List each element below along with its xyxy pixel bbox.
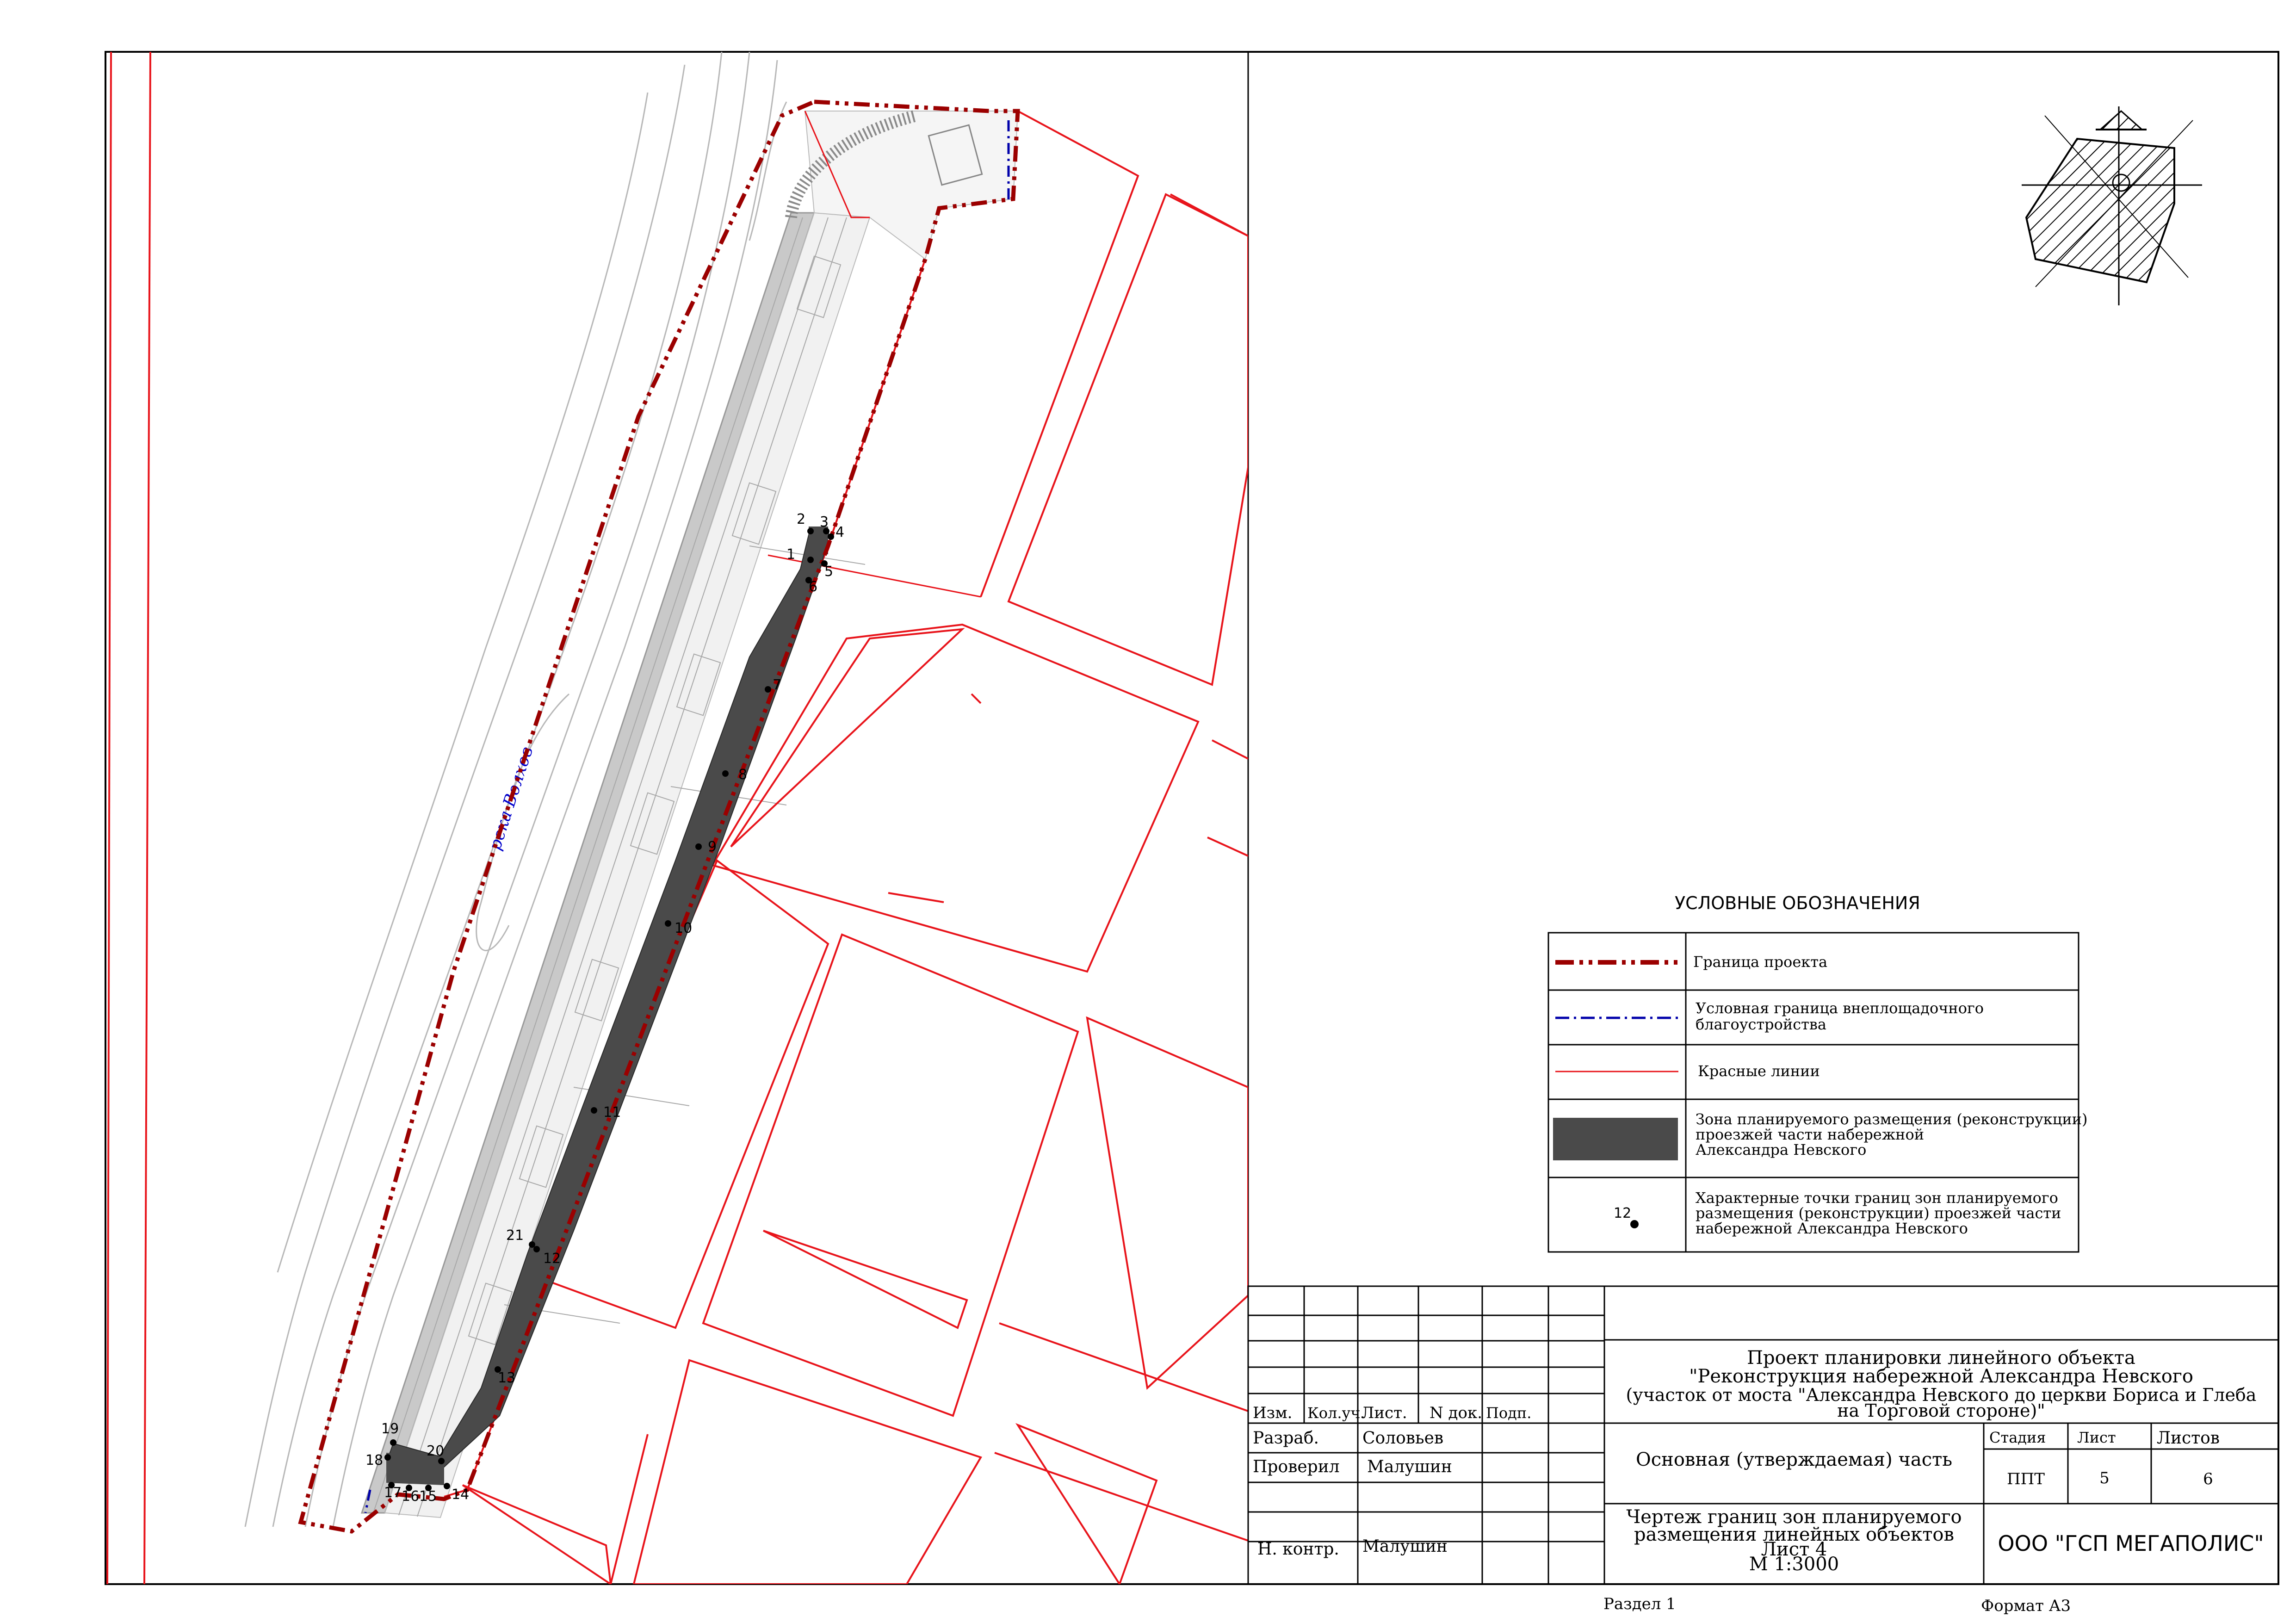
point-marker-19 [390,1439,396,1446]
point-marker-7 [765,686,771,693]
red-line [143,52,151,1584]
title-block-text: Изм. Кол.уч. Лист. N док. Подп. Разраб. … [1253,1347,2264,1575]
legend-label-red-lines: Красные линии [1698,1062,1820,1080]
dark-fill-rect-icon [1553,1118,1678,1160]
point-marker-11 [591,1107,597,1114]
point-label-3: 3 [820,514,829,530]
point-label-9: 9 [708,839,717,855]
point-marker-1 [807,557,814,563]
norm-control-label: Н. контр. [1257,1540,1339,1559]
project-title-line2: "Реконструкция набережной Александра Нев… [1689,1366,2193,1387]
point-label-13: 13 [498,1370,515,1386]
checked-name: Малушин [1367,1457,1452,1476]
point-label-16: 16 [402,1488,419,1505]
part-label: Основная (утверждаемая) часть [1636,1449,1952,1470]
company-name: ООО "ГСП МЕГАПОЛИС" [1998,1531,2264,1556]
stage-value: ППТ [2007,1470,2045,1488]
point-marker-12 [533,1246,540,1252]
point-label-19: 19 [381,1421,399,1437]
legend-label-offsite-line1: Условная граница внеплощадочного [1696,999,1984,1017]
point-marker-2 [807,528,814,534]
footer-section: Раздел 1 [1603,1595,1676,1613]
point-label-18: 18 [365,1452,383,1468]
header-signature: Подп. [1486,1404,1531,1422]
header-count: Кол.уч. [1307,1404,1365,1422]
drawing-sheet: река Волхов 1 2 3 4 5 6 7 8 9 10 11 12 1… [105,51,2279,1615]
norm-control-name: Малушин [1362,1537,1448,1556]
point-label-17: 17 [384,1485,402,1501]
header-doc-number: N док. [1430,1404,1482,1422]
point-label-20: 20 [427,1443,444,1459]
site-plan-map: река Волхов 1 2 3 4 5 6 7 8 9 10 11 12 1… [106,52,1248,1584]
embankment-inner-band [384,212,871,1518]
point-marker-4 [828,533,834,540]
point-label-7: 7 [773,677,781,693]
developed-name: Соловьев [1362,1429,1443,1448]
project-title-line4: на Торговой стороне)" [1837,1400,2045,1421]
checked-label: Проверил [1253,1457,1340,1476]
developed-label: Разраб. [1253,1429,1319,1448]
legend-sample-point-number: 12 [1614,1205,1631,1221]
header-sheet: Лист. [1361,1404,1407,1422]
point-marker-18 [384,1454,391,1461]
point-label-10: 10 [675,920,692,936]
point-label-11: 11 [603,1104,621,1121]
point-label-21: 21 [506,1227,524,1244]
point-label-2: 2 [797,511,805,527]
stage-header: Стадия [1989,1429,2046,1446]
footer-format: Формат А3 [1981,1597,2071,1615]
point-label-1: 1 [786,546,795,563]
header-change: Изм. [1253,1404,1292,1422]
point-marker-21 [529,1241,535,1248]
point-label-5: 5 [824,564,833,580]
legend-label-points-line3: набережной Александра Невского [1696,1220,1968,1237]
legend: УСЛОВНЫЕ ОБОЗНАЧЕНИЯ Граница проекта Усл… [1547,893,2087,1253]
sheet-header: Лист [2077,1429,2116,1446]
red-line [106,52,112,1584]
sheet-value: 5 [2099,1469,2110,1487]
north-arrow-icon [2022,106,2202,305]
legend-label-project-boundary: Граница проекта [1693,953,1827,971]
point-label-8: 8 [738,767,747,783]
point-label-14: 14 [452,1487,469,1503]
point-label-12: 12 [543,1251,561,1267]
point-label-6: 6 [809,579,817,595]
legend-label-offsite-line2: благоустройства [1696,1016,1826,1033]
point-marker-icon [1630,1220,1639,1228]
point-marker-9 [695,843,702,850]
legend-title: УСЛОВНЫЕ ОБОЗНАЧЕНИЯ [1675,893,1920,913]
legend-label-zone-line3: Александра Невского [1696,1141,1866,1158]
point-label-4: 4 [835,524,844,540]
point-label-15: 15 [419,1488,437,1505]
point-marker-8 [722,770,729,777]
drawing-title-line4: М 1:3000 [1749,1554,1839,1575]
sheets-value: 6 [2203,1470,2213,1488]
sheets-header: Листов [2157,1429,2220,1448]
point-marker-14 [444,1483,450,1489]
point-marker-10 [665,920,671,927]
red-lines-blocks [462,110,1248,1584]
